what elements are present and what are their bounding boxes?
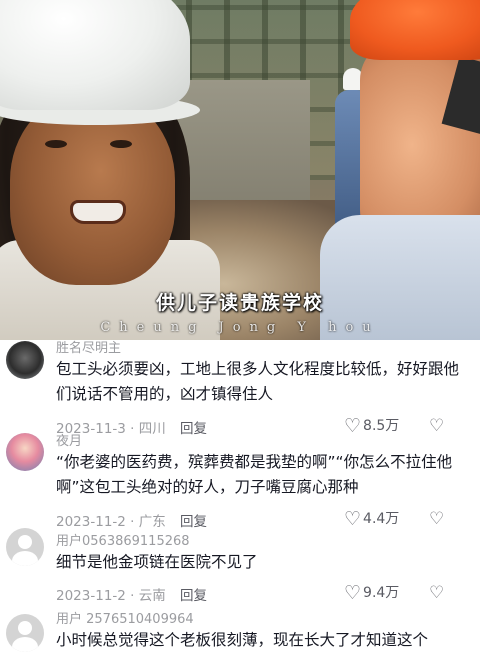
comment-username[interactable]: 夜月	[56, 430, 82, 449]
comment-text[interactable]: “你老婆的医药费，殡葬费都是我垫的啊”“你怎么不拉住他啊”这包工头绝对的好人，刀…	[56, 450, 466, 500]
white-hardhat	[0, 0, 190, 110]
comment-meta: 2023-11-2 · 云南	[56, 584, 166, 604]
reply-button[interactable]: 回复	[180, 417, 207, 437]
comment-meta: 2023-11-2 · 广东	[56, 510, 166, 530]
comment-text[interactable]: 小时候总觉得这个老板很刻薄，现在长大了才知道这个	[56, 628, 470, 653]
like-button[interactable]: ♡ 8.5万	[344, 415, 399, 437]
comment-username[interactable]: 用户0563869115268	[56, 530, 190, 549]
comment-location: 云南	[138, 588, 166, 604]
avatar[interactable]	[6, 433, 44, 471]
heart-outline-icon: ♡	[344, 582, 362, 604]
like-button[interactable]: ♡ 9.4万	[344, 582, 399, 604]
broken-heart-icon[interactable]: ♡	[429, 416, 447, 436]
default-user-icon[interactable]	[6, 614, 44, 652]
default-user-icon[interactable]	[6, 528, 44, 566]
orange-hardhat	[350, 0, 480, 60]
meta-separator: ·	[130, 421, 135, 437]
comment-location: 广东	[138, 514, 166, 530]
like-button[interactable]: ♡ 4.4万	[344, 508, 399, 530]
like-count: 4.4万	[363, 511, 400, 527]
comment-text[interactable]: 细节是他金项链在医院不见了	[56, 550, 466, 575]
comment-text[interactable]: 包工头必须要凶，工地上很多人文化程度比较低，好好跟他们说话不管用的，凶才镇得住人	[56, 357, 466, 407]
comment-location: 四川	[138, 421, 166, 437]
comment-date: 2023-11-2	[56, 588, 126, 604]
video-player[interactable]: 供儿子读贵族学校 Cheung Jong Y hou	[0, 0, 480, 340]
reply-button[interactable]: 回复	[180, 510, 207, 530]
comment-list[interactable]: 胜名尽明主 包工头必须要凶，工地上很多人文化程度比较低，好好跟他们说话不管用的，…	[0, 332, 480, 652]
comment-username[interactable]: 胜名尽明主	[56, 337, 121, 356]
like-count: 8.5万	[363, 418, 400, 434]
reply-button[interactable]: 回复	[180, 584, 207, 604]
avatar[interactable]	[6, 341, 44, 379]
broken-heart-icon[interactable]: ♡	[429, 509, 447, 529]
like-count: 9.4万	[363, 585, 400, 601]
heart-outline-icon: ♡	[344, 415, 362, 437]
comment-date: 2023-11-2	[56, 514, 126, 530]
broken-heart-icon[interactable]: ♡	[429, 583, 447, 603]
meta-separator: ·	[130, 514, 135, 530]
video-subtitle: 供儿子读贵族学校	[155, 292, 324, 314]
heart-outline-icon: ♡	[344, 508, 362, 530]
meta-separator: ·	[130, 588, 135, 604]
comment-username[interactable]: 用户 2576510409964	[56, 608, 194, 627]
